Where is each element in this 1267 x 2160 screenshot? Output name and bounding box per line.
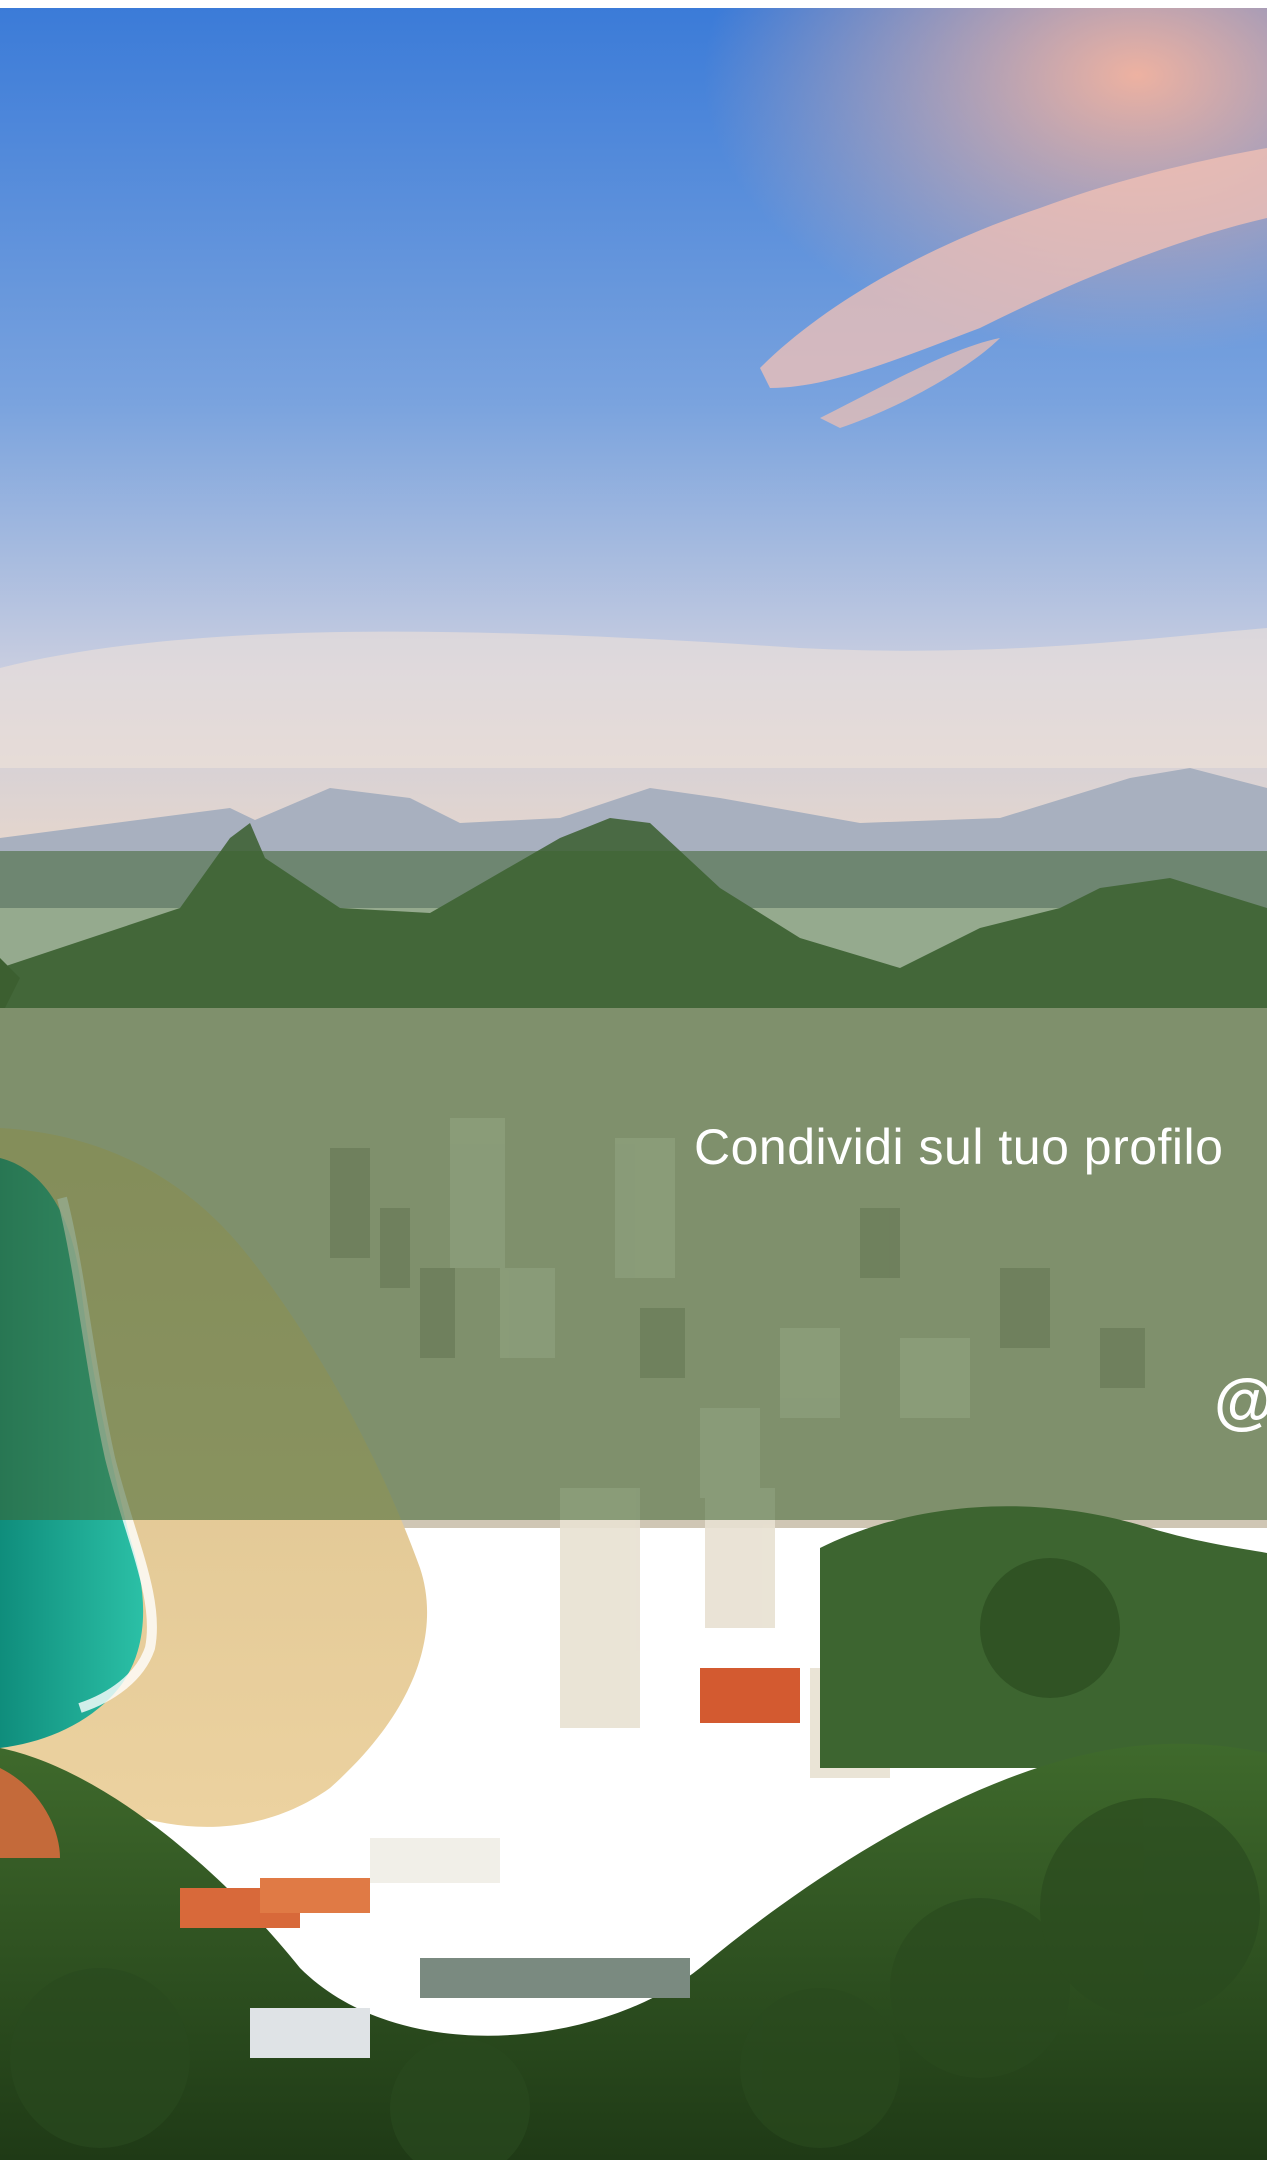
share-overlay-band	[0, 851, 1267, 1520]
share-profile-text: Condividi sul tuo profilo	[694, 1119, 1224, 1175]
profile-handle: @	[1214, 1366, 1267, 1437]
